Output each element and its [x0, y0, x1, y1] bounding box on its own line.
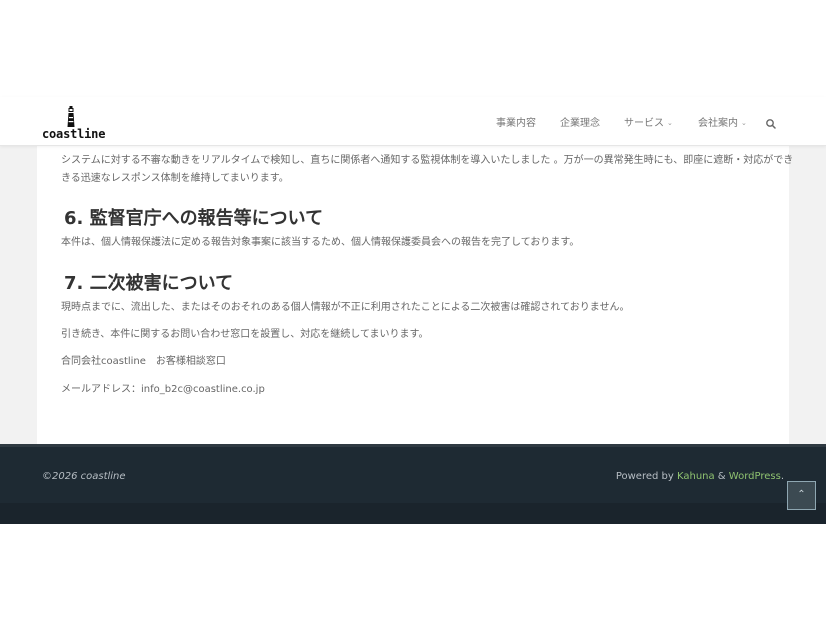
nav-item-label: 事業内容 [496, 118, 536, 129]
nav-item-services[interactable]: サービス ⌄ [624, 114, 673, 130]
back-to-top-button[interactable]: ⌃ [787, 481, 816, 510]
nav-item-label: 会社案内 [698, 118, 738, 129]
wordpress-link[interactable]: WordPress [729, 471, 781, 482]
section-7-text-2: 引き続き、本件に関するお問い合わせ窓口を設置し、対応を継続してまいります。 [61, 329, 429, 340]
site-footer: ©2026 coastline Powered by Kahuna & Word… [0, 444, 826, 524]
nav-item-company[interactable]: 会社案内 ⌄ [698, 114, 747, 130]
nav-item-business[interactable]: 事業内容 [496, 114, 536, 130]
powered-by-text: Powered by Kahuna & WordPress. [616, 471, 784, 482]
footer-bottom-bar [0, 503, 826, 524]
intro-paragraph-line-2: きる迅速なレスポンス体制を維持してまいります。 [61, 173, 289, 184]
section-7-heading: 7. 二次被害について [64, 273, 234, 294]
chevron-down-icon: ⌄ [667, 119, 673, 127]
chevron-down-icon: ⌄ [741, 119, 747, 127]
nav-item-label: 企業理念 [560, 118, 600, 129]
ampersand: & [714, 471, 729, 482]
section-7-text-1: 現時点までに、流出した、またはそのおそれのある個人情報が不正に利用されたことによ… [61, 302, 630, 313]
contact-name: 合同会社coastline お客様相談窓口 [61, 356, 226, 367]
site-header: coastline 事業内容 企業理念 サービス ⌄ 会社案内 ⌄ [0, 97, 826, 146]
powered-suffix: . [780, 471, 784, 482]
search-icon [766, 119, 776, 129]
intro-paragraph-line-1: システムに対する不審な動きをリアルタイムで検知し、直ちに関係者へ通知する監視体制… [61, 155, 794, 166]
site-logo[interactable]: coastline [42, 106, 106, 141]
lighthouse-icon [67, 106, 75, 127]
powered-prefix: Powered by [615, 471, 677, 482]
chevron-up-icon: ⌃ [797, 489, 806, 500]
logo-text: coastline [42, 127, 106, 141]
section-6-heading: 6. 監督官庁への報告等について [64, 208, 324, 229]
nav-item-philosophy[interactable]: 企業理念 [560, 114, 600, 130]
contact-email: メールアドレス：info_b2c@coastline.co.jp [61, 384, 265, 395]
kahuna-link[interactable]: Kahuna [677, 471, 715, 482]
nav-item-label: サービス [624, 118, 664, 129]
search-button[interactable] [765, 115, 777, 129]
section-6-text: 本件は、個人情報保護法に定める報告対象事案に該当するため、個人情報保護委員会への… [61, 237, 580, 248]
copyright-text: ©2026 coastline [42, 471, 126, 482]
